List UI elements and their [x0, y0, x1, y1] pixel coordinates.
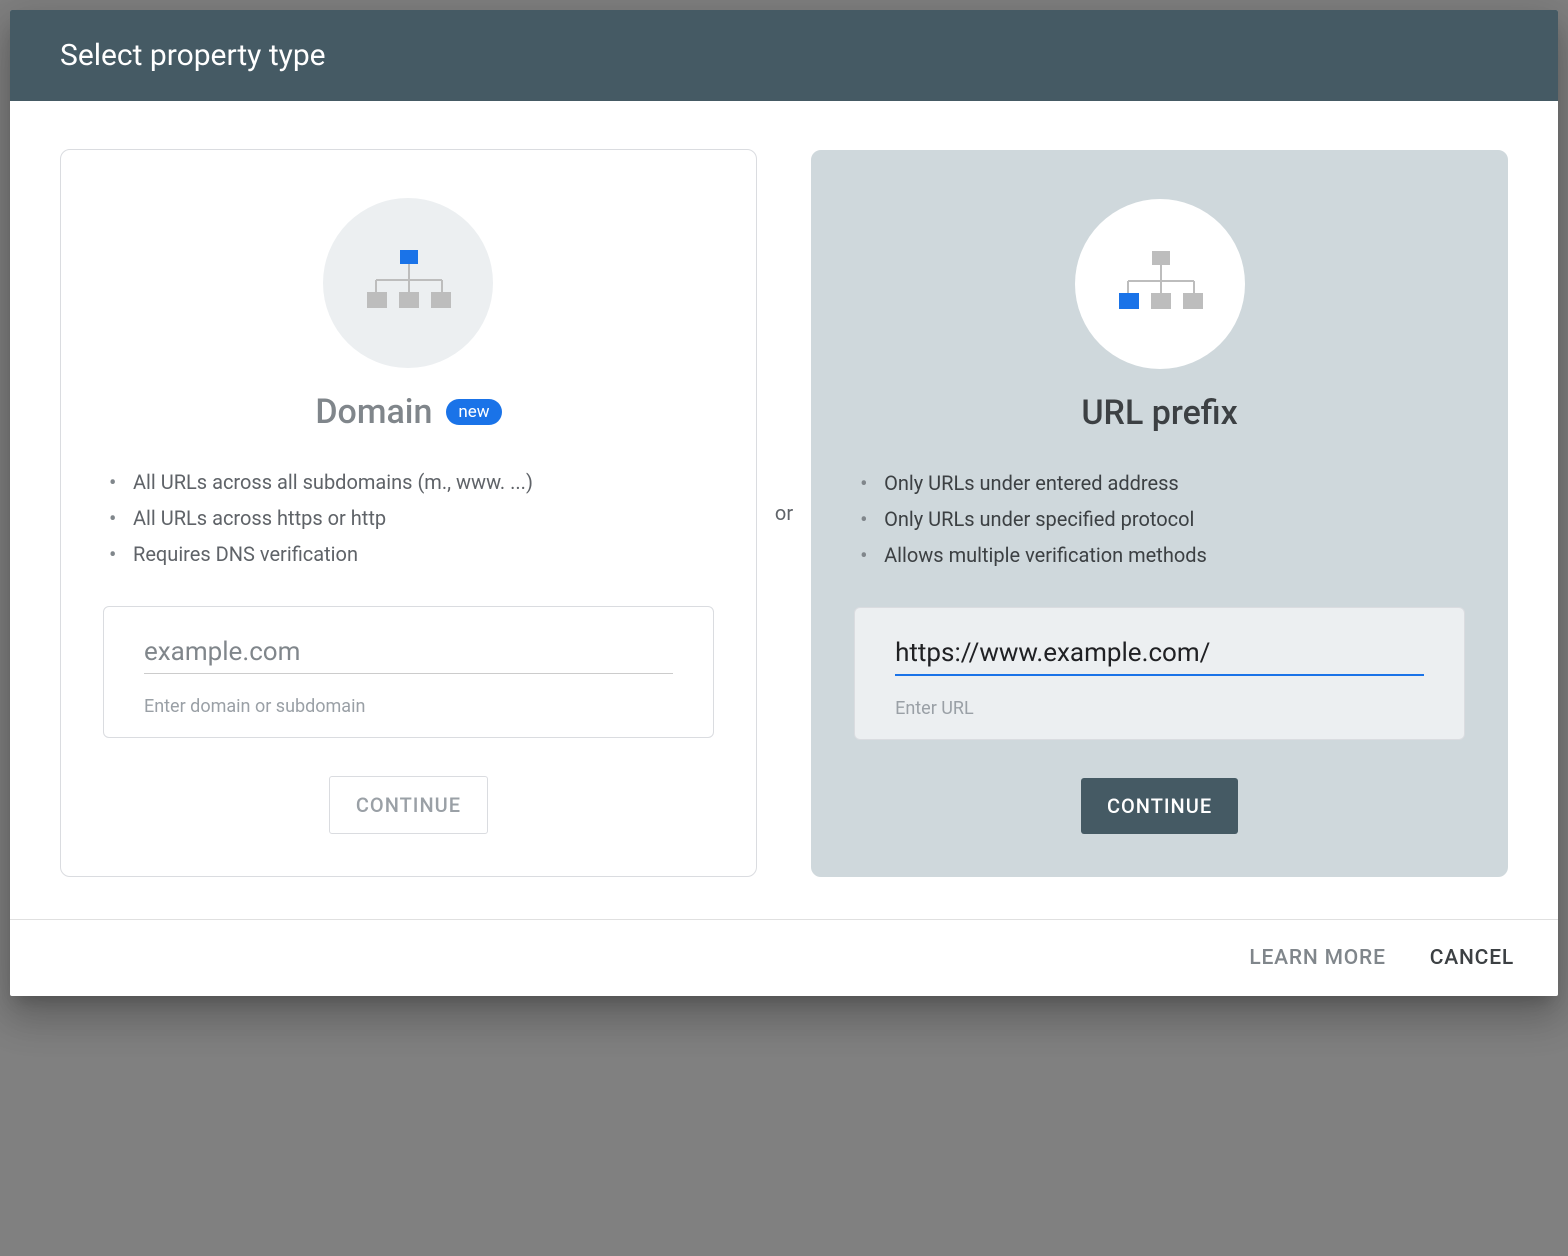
url-prefix-continue-button[interactable]: CONTINUE [1081, 778, 1238, 834]
domain-card[interactable]: Domain new All URLs across all subdomain… [60, 149, 757, 877]
domain-input-box: Enter domain or subdomain [103, 606, 714, 738]
property-type-dialog: Select property type Domain [10, 10, 1558, 996]
new-badge: new [446, 399, 501, 425]
domain-title-row: Domain new [315, 392, 501, 432]
url-prefix-input-hint: Enter URL [895, 698, 1424, 719]
domain-bullet: All URLs across https or http [109, 500, 708, 536]
domain-bullet: All URLs across all subdomains (m., www.… [109, 464, 708, 500]
dialog-body: Domain new All URLs across all subdomain… [10, 101, 1558, 919]
domain-continue-button[interactable]: CONTINUE [329, 776, 488, 834]
domain-title: Domain [315, 392, 432, 432]
url-prefix-input[interactable] [895, 638, 1424, 676]
url-prefix-card[interactable]: URL prefix Only URLs under entered addre… [811, 150, 1508, 877]
sitemap-domain-icon [363, 248, 453, 318]
domain-bullet-list: All URLs across all subdomains (m., www.… [93, 464, 724, 572]
url-prefix-icon-circle [1075, 199, 1245, 369]
url-prefix-bullet-list: Only URLs under entered address Only URL… [844, 465, 1475, 573]
url-prefix-input-box: Enter URL [854, 607, 1465, 740]
url-prefix-bullet: Allows multiple verification methods [860, 537, 1459, 573]
dialog-footer: LEARN MORE CANCEL [10, 919, 1558, 996]
learn-more-button[interactable]: LEARN MORE [1249, 946, 1385, 970]
cancel-button[interactable]: CANCEL [1430, 946, 1514, 970]
dialog-header: Select property type [10, 10, 1558, 101]
url-prefix-bullet: Only URLs under specified protocol [860, 501, 1459, 537]
url-prefix-title-row: URL prefix [1081, 393, 1237, 433]
domain-input[interactable] [144, 637, 673, 674]
or-separator: or [775, 501, 793, 525]
url-prefix-title: URL prefix [1081, 393, 1237, 433]
dialog-title: Select property type [60, 38, 1508, 73]
domain-bullet: Requires DNS verification [109, 536, 708, 572]
sitemap-url-prefix-icon [1115, 249, 1205, 319]
url-prefix-bullet: Only URLs under entered address [860, 465, 1459, 501]
domain-input-hint: Enter domain or subdomain [144, 696, 673, 717]
domain-icon-circle [323, 198, 493, 368]
